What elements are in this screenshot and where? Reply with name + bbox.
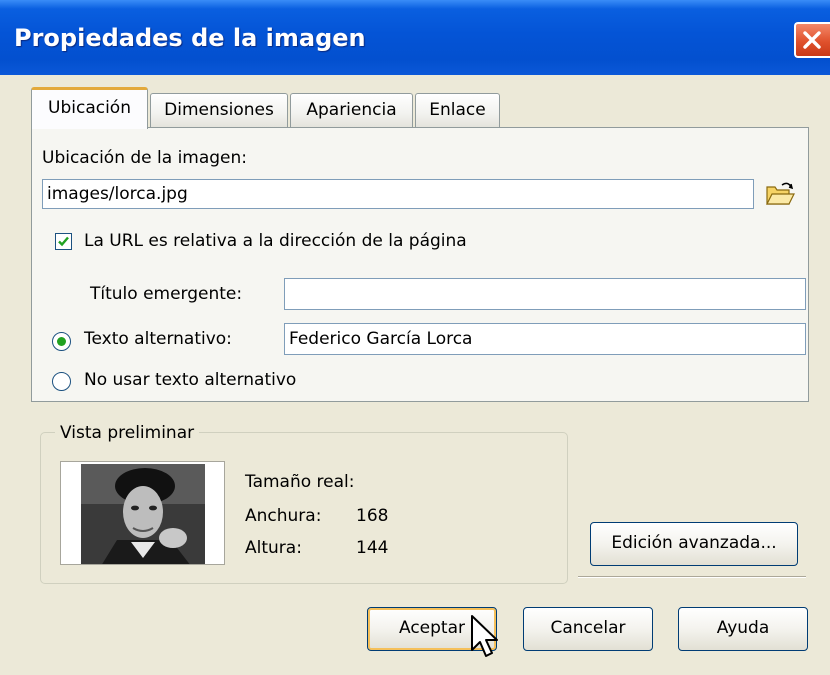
preview-legend: Vista preliminar: [55, 423, 200, 443]
ok-button-label: Aceptar: [399, 618, 465, 638]
image-preview: [60, 461, 225, 565]
tab-label: Ubicación: [48, 98, 131, 118]
dialog-title: Propiedades de la imagen: [14, 24, 366, 52]
relative-url-label: La URL es relativa a la dirección de la …: [84, 231, 467, 251]
image-location-label: Ubicación de la imagen:: [42, 148, 248, 168]
cancel-button-label: Cancelar: [550, 618, 626, 638]
advanced-edit-label: Edición avanzada...: [611, 533, 777, 553]
separator-line: [578, 576, 806, 578]
relative-url-checkbox[interactable]: [55, 233, 72, 250]
help-button[interactable]: Ayuda: [678, 607, 808, 651]
title-bar: Propiedades de la imagen: [0, 0, 830, 75]
alt-text-input[interactable]: [284, 323, 806, 355]
tab-enlace[interactable]: Enlace: [415, 93, 500, 127]
real-size-label: Tamaño real:: [245, 472, 355, 492]
tab-ubicacion[interactable]: Ubicación: [31, 87, 148, 129]
cancel-button[interactable]: Cancelar: [523, 607, 653, 651]
close-button[interactable]: [794, 22, 830, 58]
height-label: Altura:: [245, 538, 302, 558]
tooltip-label: Título emergente:: [90, 284, 243, 304]
height-value: 144: [356, 538, 389, 558]
tab-dimensiones[interactable]: Dimensiones: [150, 93, 288, 127]
portrait-photo: [61, 462, 224, 564]
alt-text-label: Texto alternativo:: [84, 329, 232, 349]
tab-label: Enlace: [429, 100, 486, 120]
tab-label: Apariencia: [306, 100, 397, 120]
no-alt-text-radio[interactable]: [52, 372, 71, 391]
help-button-label: Ayuda: [716, 618, 770, 638]
radio-selected-dot: [57, 337, 66, 346]
width-label: Anchura:: [245, 506, 322, 526]
width-value: 168: [356, 506, 389, 526]
tab-apariencia[interactable]: Apariencia: [290, 93, 413, 127]
open-folder-icon[interactable]: [765, 181, 795, 212]
advanced-edit-button[interactable]: Edición avanzada...: [590, 522, 798, 566]
image-location-input[interactable]: [42, 179, 754, 209]
tab-label: Dimensiones: [164, 100, 274, 120]
alt-text-radio[interactable]: [52, 332, 71, 351]
tooltip-input[interactable]: [284, 278, 806, 310]
no-alt-text-label: No usar texto alternativo: [84, 370, 297, 390]
mouse-pointer-icon: [470, 614, 500, 665]
checkmark-icon: [58, 236, 69, 247]
location-tab-panel: Ubicación de la imagen: La URL es relati…: [31, 127, 809, 402]
